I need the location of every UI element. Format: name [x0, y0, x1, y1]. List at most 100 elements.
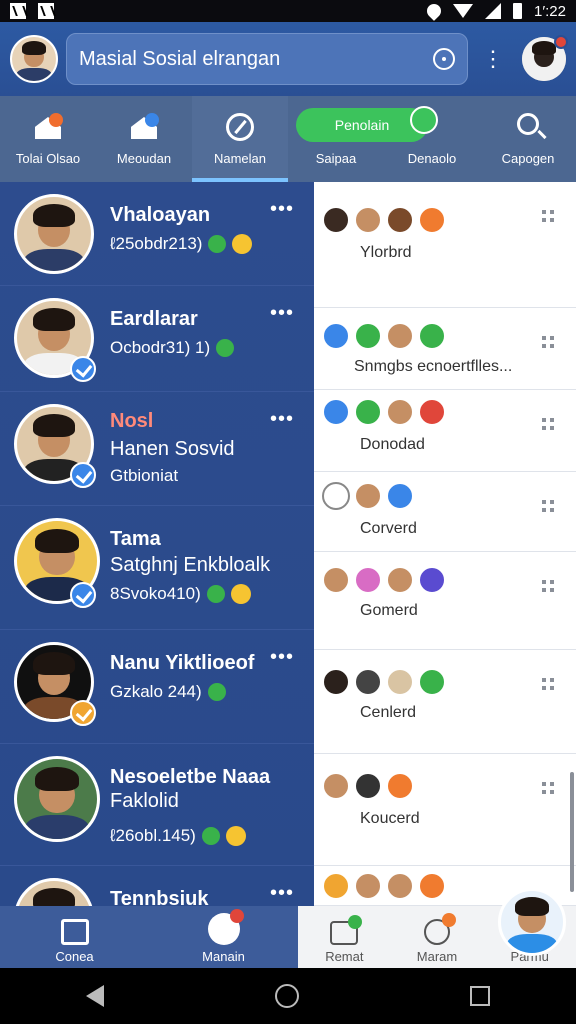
scrollbar[interactable] — [570, 772, 574, 892]
contact-name: Tama — [110, 528, 161, 550]
camera-icon — [330, 915, 363, 945]
search-text: Masial Sosial elrangan — [79, 47, 281, 70]
more-icon[interactable]: ••• — [270, 408, 294, 431]
participant-icons — [322, 566, 446, 594]
info-icon[interactable] — [433, 48, 455, 70]
chat-item[interactable]: Eardlarar Ocbodr31) 1) ••• — [0, 286, 314, 392]
tab-label: Tolai Olsao — [15, 151, 81, 166]
chat-item[interactable]: Tama Satghnj Enkbloalk 8Svoko410) — [0, 506, 314, 630]
drag-handle-icon[interactable] — [542, 580, 554, 592]
nav-label: Remat — [325, 949, 364, 964]
contact-status: ℓ25obdr213) — [110, 234, 253, 254]
nav-label: Manain — [202, 949, 245, 964]
tab-label: Meoudan — [116, 151, 172, 166]
contact-subtitle: Satghnj Enkbloalk — [110, 554, 271, 576]
contact-status: Ocbodr31) 1) — [110, 338, 235, 358]
activity-row[interactable]: Gomerd — [314, 552, 576, 650]
battery-icon — [512, 3, 522, 19]
emoji-icon — [230, 584, 251, 604]
nav-manain[interactable]: Manain — [149, 906, 298, 968]
search-icon — [517, 113, 539, 135]
verified-icon — [70, 582, 96, 608]
chat-item[interactable]: Nosl Hanen Sosvid Gtbioniat ••• — [0, 392, 314, 506]
nav-label: Conea — [55, 949, 94, 964]
emoji-icon — [225, 826, 246, 846]
my-avatar[interactable] — [10, 35, 58, 83]
tab-tolai-olsao[interactable]: Tolai Olsao — [0, 96, 96, 182]
system-nav-bar — [0, 968, 576, 1024]
row-label: Ylorbrd — [360, 244, 412, 261]
drag-handle-icon[interactable] — [542, 782, 554, 794]
participant-icons — [322, 206, 446, 234]
contact-avatar — [14, 756, 100, 842]
nav-conea[interactable]: Conea — [0, 906, 149, 968]
back-icon[interactable] — [85, 985, 104, 1007]
contact-status: 8Svoko410) — [110, 584, 251, 604]
contact-status: Gzkalo 244) — [110, 682, 226, 702]
drag-handle-icon[interactable] — [542, 678, 554, 690]
notification-icon — [10, 3, 26, 19]
chat-item[interactable]: Nesoeletbe Naaa Faklolid ℓ26obl.145) — [0, 744, 314, 866]
emoji-icon — [232, 234, 253, 254]
contact-name: Nanu Yiktlioeof — [110, 652, 255, 674]
recents-icon[interactable] — [470, 986, 491, 1006]
contact-subtitle: Faklolid — [110, 790, 179, 812]
tab-meoudan[interactable]: Meoudan — [96, 96, 192, 182]
contact-name: Vhaloayan — [110, 204, 211, 226]
contact-status: Gtbioniat — [110, 466, 179, 485]
contact-name: Nesoeletbe Naaa — [110, 766, 271, 788]
nav-maram[interactable]: Maram — [391, 906, 484, 968]
chat-item[interactable]: Vhaloayan ℓ25obdr213) ••• — [0, 182, 314, 286]
profile-avatar[interactable] — [522, 35, 568, 81]
chat-list[interactable]: Vhaloayan ℓ25obdr213) ••• Eardlarar Ocbo… — [0, 182, 314, 906]
more-icon[interactable]: ••• — [270, 198, 294, 221]
clock-icon — [424, 913, 456, 945]
drag-handle-icon[interactable] — [542, 336, 554, 348]
contact-avatar — [14, 194, 94, 274]
tab-denaolo[interactable]: Denaolo — [384, 96, 480, 182]
contact-subtitle: Hanen Sosvid — [110, 438, 235, 460]
activity-panel[interactable]: Ylorbrd Snmgbs ecnoertflles... Donodad C… — [314, 182, 576, 906]
bunny-icon — [207, 909, 244, 945]
status-time: 1′:22 — [533, 2, 566, 20]
drag-handle-icon[interactable] — [542, 500, 554, 512]
activity-row[interactable]: Corverd — [314, 472, 576, 552]
verified-icon — [70, 356, 96, 382]
tab-namelan[interactable]: Namelan — [192, 96, 288, 182]
tab-bar: Tolai Olsao Meoudan Namelan Penolain Sai… — [0, 96, 576, 182]
activity-row[interactable]: Snmgbs ecnoertflles... — [314, 308, 576, 390]
home-button-icon[interactable] — [274, 984, 299, 1008]
participant-icons — [322, 398, 446, 426]
tab-label: Denaolo — [407, 151, 457, 166]
drag-handle-icon[interactable] — [542, 418, 554, 430]
participant-icons — [322, 872, 446, 900]
more-vert-icon[interactable]: ⋮ — [482, 48, 504, 70]
profile-fab[interactable] — [498, 888, 566, 956]
compass-icon — [226, 113, 254, 141]
more-icon[interactable]: ••• — [270, 646, 294, 669]
activity-row[interactable]: Ylorbrd — [314, 182, 576, 308]
row-label: Donodad — [360, 436, 425, 453]
contact-name: Nosl — [110, 410, 154, 432]
news-icon — [60, 919, 89, 945]
more-icon[interactable]: ••• — [270, 302, 294, 325]
nav-remat[interactable]: Remat — [298, 906, 391, 968]
drag-handle-icon[interactable] — [542, 210, 554, 222]
participant-icons — [322, 322, 446, 350]
nav-label: Maram — [416, 949, 458, 964]
row-label: Snmgbs ecnoertflles... — [354, 358, 513, 375]
search-bar[interactable]: Masial Sosial elrangan — [66, 33, 468, 85]
activity-row[interactable]: Donodad — [314, 390, 576, 472]
activity-row[interactable]: Cenlerd — [314, 650, 576, 754]
more-icon[interactable]: ••• — [270, 882, 294, 905]
chat-item[interactable]: Nanu Yiktlioeof Gzkalo 244) ••• — [0, 630, 314, 744]
chat-item[interactable]: Tennbsiuk ••• — [0, 866, 314, 906]
tab-saipaa[interactable]: Penolain Saipaa — [288, 96, 438, 182]
activity-row[interactable]: Koucerd — [314, 754, 576, 866]
notification-icon — [38, 3, 54, 19]
contact-status: ℓ26obl.145) — [110, 826, 246, 846]
bottom-nav: Conea Manain Remat Maram Parmu — [0, 906, 576, 968]
tab-capogen[interactable]: Capogen — [480, 96, 576, 182]
contact-name: Eardlarar — [110, 308, 198, 330]
participant-icons — [322, 772, 414, 800]
